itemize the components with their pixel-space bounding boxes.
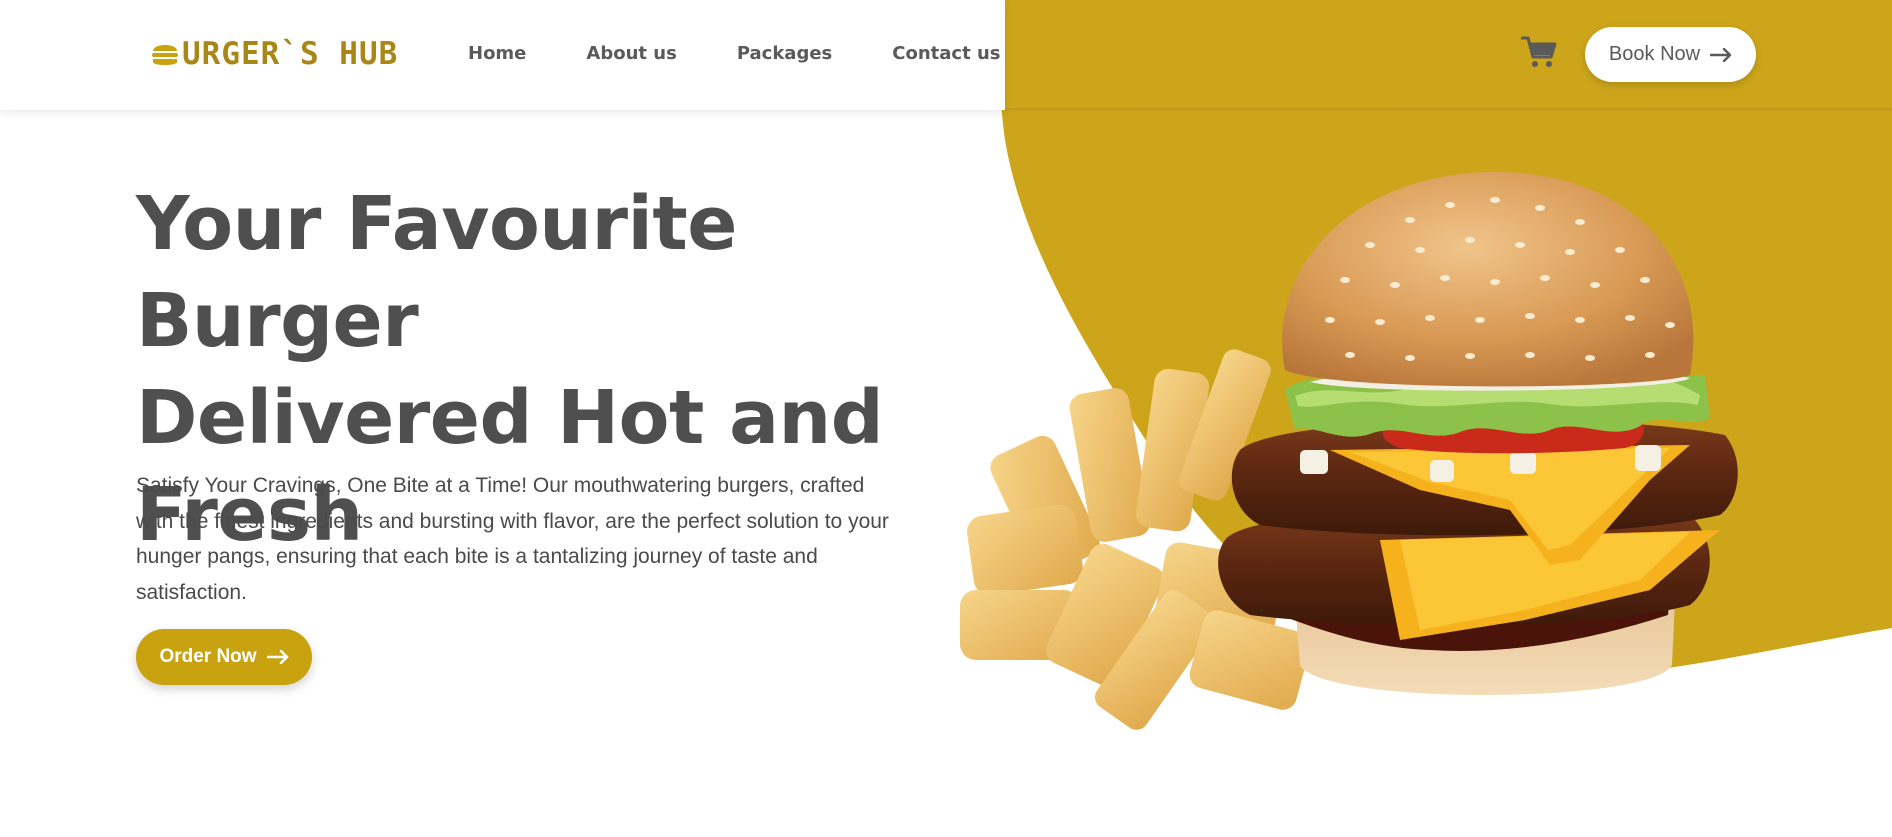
hero-title-line: Your Favourite Burger — [136, 181, 737, 364]
nav-about-us[interactable]: About us — [586, 42, 676, 66]
brand-name: URGER`S HUB — [182, 35, 399, 72]
book-now-label: Book Now — [1608, 43, 1701, 65]
cart-icon[interactable] — [1521, 35, 1557, 69]
hero-description-line: satisfaction. — [136, 580, 247, 604]
nav-home[interactable]: Home — [468, 42, 526, 66]
brand-logo[interactable]: URGER`S HUB — [150, 34, 398, 74]
arrow-right-icon — [266, 650, 288, 664]
order-now-label: Order Now — [159, 646, 257, 667]
burger-icon — [152, 45, 178, 65]
arrow-right-icon — [1710, 47, 1732, 62]
hero-description: Satisfy Your Cravings, One Bite at a Tim… — [136, 468, 936, 610]
nav-contact-us[interactable]: Contact us — [892, 42, 1000, 66]
hero-description-line: Satisfy Your Cravings, One Bite at a Tim… — [136, 474, 865, 497]
header-shadow — [1005, 108, 1892, 112]
book-now-button[interactable]: Book Now — [1585, 27, 1756, 82]
order-now-button[interactable]: Order Now — [136, 629, 312, 685]
main-nav: Home About us Packages Contact us — [468, 42, 1000, 66]
site-header: URGER`S HUB Home About us Packages Conta… — [0, 0, 1892, 112]
burger-and-fries-image — [960, 171, 1738, 730]
hero-description-line: hunger pangs, ensuring that each bite is… — [136, 545, 818, 568]
hero-description-line: with the finest ingredients and bursting… — [136, 509, 889, 533]
landing-page: URGER`S HUB Home About us Packages Conta… — [0, 0, 1892, 837]
nav-packages[interactable]: Packages — [737, 42, 832, 66]
hero-title-line: Delivered Hot and — [136, 375, 884, 461]
